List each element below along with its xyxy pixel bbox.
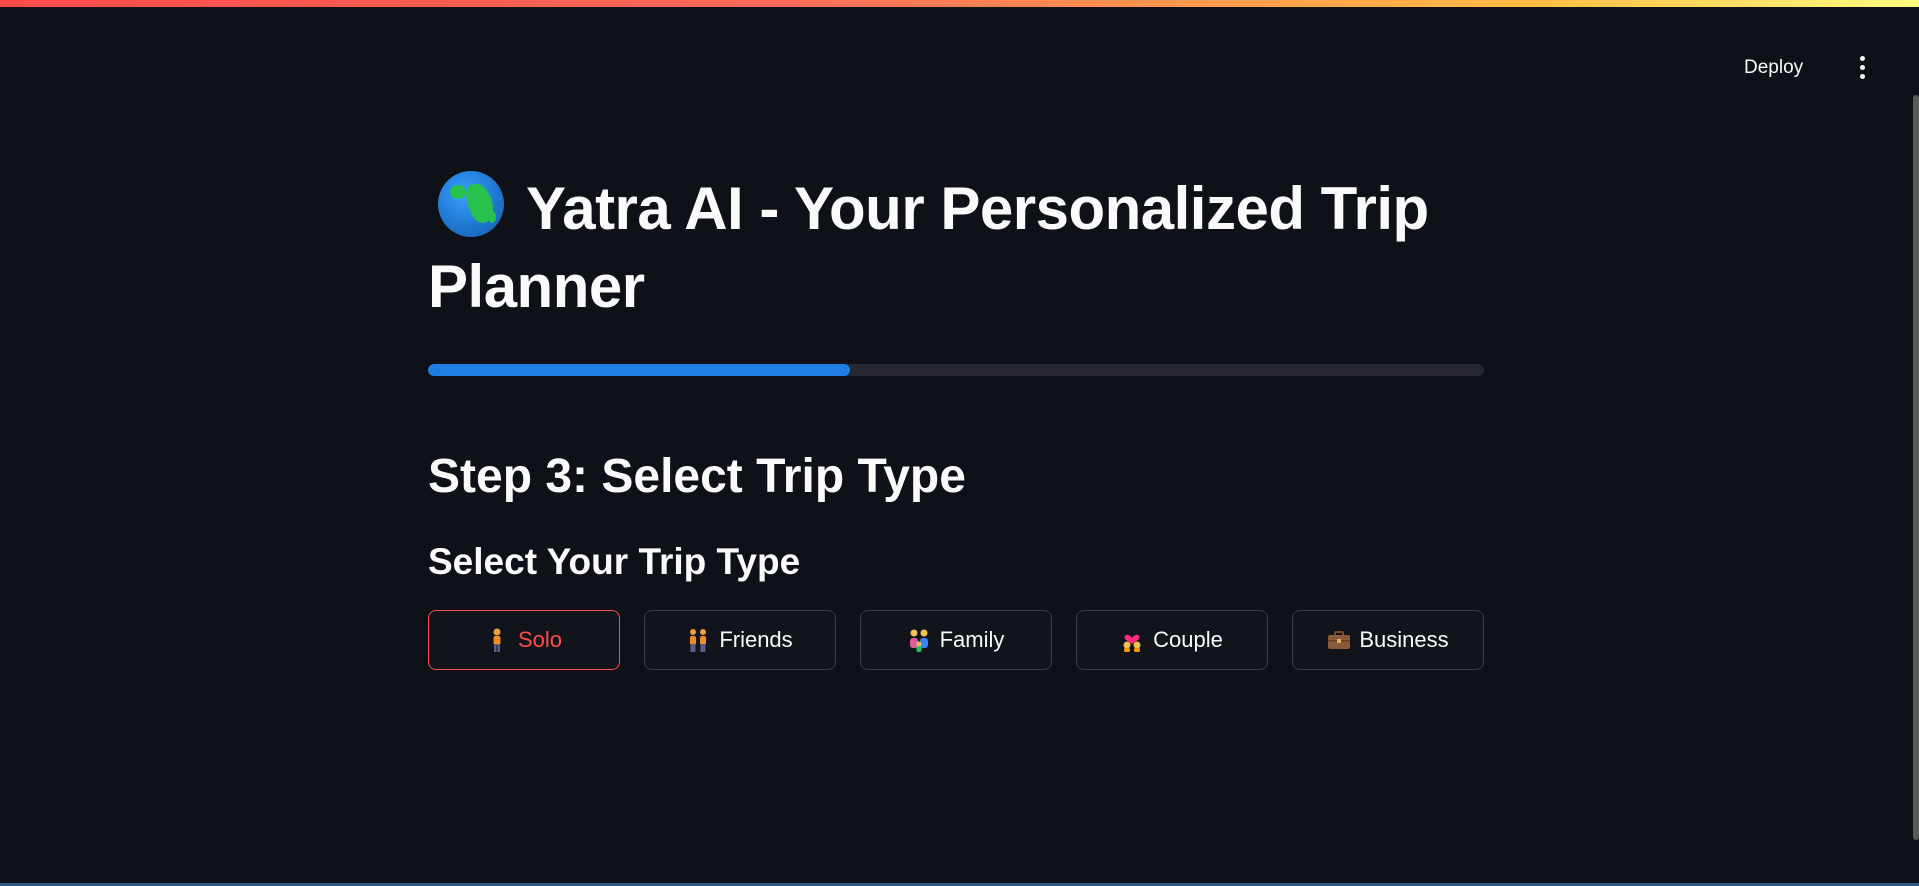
page-title: Yatra AI - Your Personalized Trip Planne… — [428, 170, 1484, 326]
vertical-ellipsis-icon[interactable] — [1852, 52, 1872, 82]
progress-bar — [428, 364, 1484, 376]
trip-type-options: Solo Friends Family Couple Business — [428, 610, 1484, 670]
step-heading: Step 3: Select Trip Type — [428, 450, 966, 503]
family-icon — [908, 628, 930, 652]
page-title-text: Yatra AI - Your Personalized Trip Planne… — [428, 175, 1429, 320]
trip-type-friends-button[interactable]: Friends — [644, 610, 836, 670]
progress-bar-fill — [428, 364, 851, 376]
trip-type-family-button[interactable]: Family — [860, 610, 1052, 670]
briefcase-icon — [1327, 628, 1351, 652]
trip-type-couple-button[interactable]: Couple — [1076, 610, 1268, 670]
deploy-button[interactable]: Deploy — [1744, 55, 1803, 81]
page-scrollbar[interactable] — [1913, 95, 1919, 840]
trip-type-label: Business — [1359, 627, 1449, 652]
trip-type-label: Friends — [719, 627, 793, 652]
trip-type-heading: Select Your Trip Type — [428, 541, 801, 582]
trip-type-business-button[interactable]: Business — [1292, 610, 1484, 670]
trip-type-label: Solo — [517, 627, 563, 652]
couple-heart-icon — [1121, 628, 1143, 652]
trip-type-label: Family — [939, 627, 1005, 652]
globe-icon — [438, 171, 504, 237]
top-decoration-bar — [0, 0, 1919, 8]
trip-type-label: Couple — [1153, 627, 1223, 652]
person-icon — [486, 628, 508, 652]
main-content: Yatra AI - Your Personalized Trip Planne… — [428, 170, 1484, 670]
trip-type-solo-button[interactable]: Solo — [428, 610, 620, 670]
app-header: Deploy — [0, 8, 1919, 108]
two-people-icon — [687, 628, 709, 652]
